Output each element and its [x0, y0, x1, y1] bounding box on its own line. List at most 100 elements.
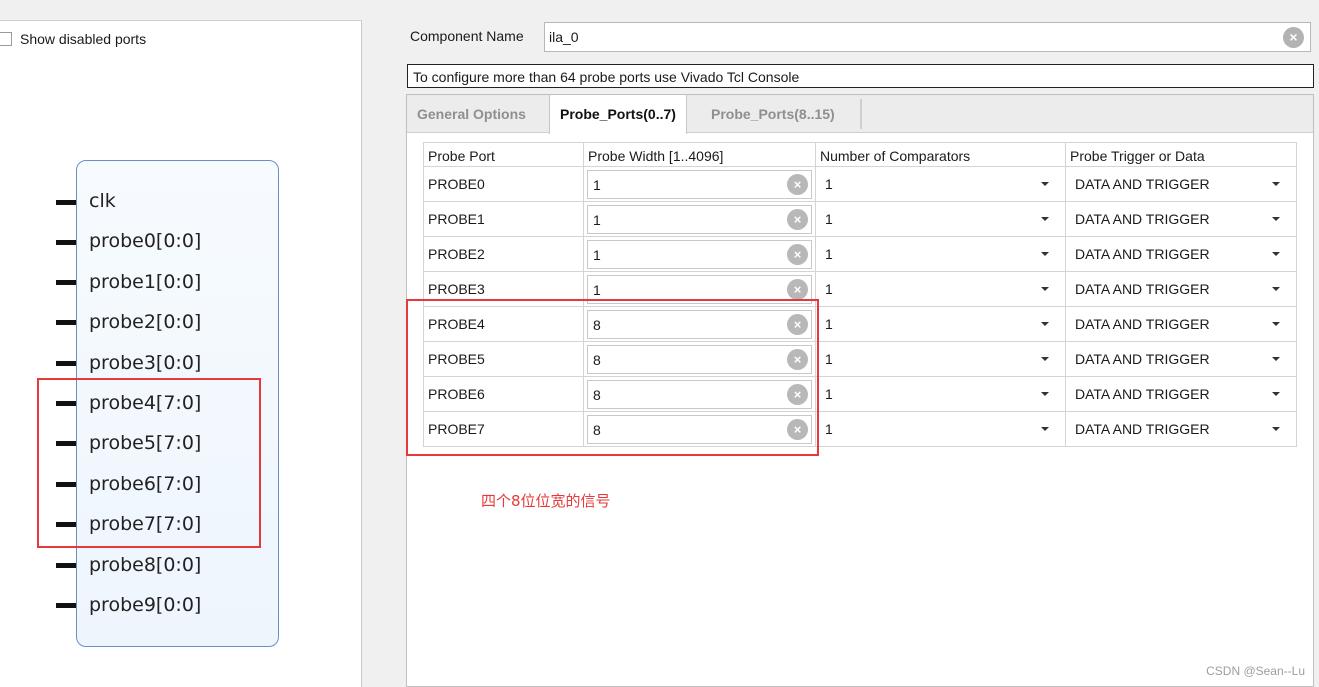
comparators-value: 1	[825, 386, 833, 402]
table-row: PROBE2 1 × 1 DATA AND TRIGGER	[423, 236, 1297, 272]
clear-icon[interactable]: ×	[787, 173, 808, 195]
trigger-cell[interactable]: DATA AND TRIGGER	[1065, 306, 1297, 342]
port-label: probe0[0:0]	[89, 230, 202, 252]
watermark: CSDN @Sean--Lu	[1206, 664, 1305, 678]
tcl-notice: To configure more than 64 probe ports us…	[407, 64, 1314, 88]
port-pin	[56, 361, 76, 366]
tab-probe-ports-0-7[interactable]: Probe_Ports(0..7)	[549, 95, 687, 134]
probe-width-value: 1	[593, 281, 601, 298]
comparators-dropdown[interactable]: 1	[820, 421, 1061, 437]
clear-icon[interactable]: ×	[787, 208, 808, 230]
trigger-dropdown[interactable]: DATA AND TRIGGER	[1070, 316, 1292, 332]
trigger-dropdown[interactable]: DATA AND TRIGGER	[1070, 246, 1292, 262]
clear-icon[interactable]: ×	[787, 278, 808, 300]
trigger-dropdown[interactable]: DATA AND TRIGGER	[1070, 211, 1292, 227]
component-name-input[interactable]: ila_0 ×	[544, 22, 1311, 52]
trigger-dropdown[interactable]: DATA AND TRIGGER	[1070, 351, 1292, 367]
tab-container: General Options Probe_Ports(0..7) Probe_…	[406, 94, 1314, 687]
comparators-cell[interactable]: 1	[815, 236, 1066, 272]
comparators-value: 1	[825, 246, 833, 262]
comparators-dropdown[interactable]: 1	[820, 281, 1061, 297]
trigger-value: DATA AND TRIGGER	[1075, 281, 1210, 297]
header-probe-port: Probe Port	[423, 142, 584, 167]
header-probe-width: Probe Width [1..4096]	[583, 142, 816, 167]
comparators-value: 1	[825, 281, 833, 297]
probe-width-cell: 1 ×	[583, 166, 816, 202]
show-disabled-ports[interactable]: Show disabled ports	[0, 31, 146, 47]
trigger-dropdown[interactable]: DATA AND TRIGGER	[1070, 421, 1292, 437]
port-label: probe3[0:0]	[89, 352, 202, 374]
trigger-value: DATA AND TRIGGER	[1075, 211, 1210, 227]
chevron-down-icon	[1272, 182, 1280, 186]
probe-port-cell: PROBE2	[423, 236, 584, 272]
header-trigger: Probe Trigger or Data	[1065, 142, 1297, 167]
chevron-down-icon	[1272, 287, 1280, 291]
comparators-cell[interactable]: 1	[815, 376, 1066, 412]
trigger-cell[interactable]: DATA AND TRIGGER	[1065, 236, 1297, 272]
block-diagram-panel: Show disabled ports clk probe0[0:0] prob…	[0, 20, 362, 687]
trigger-dropdown[interactable]: DATA AND TRIGGER	[1070, 176, 1292, 192]
comparators-cell[interactable]: 1	[815, 411, 1066, 447]
comparators-cell[interactable]: 1	[815, 201, 1066, 237]
clear-icon[interactable]: ×	[787, 243, 808, 265]
chevron-down-icon	[1041, 357, 1049, 361]
trigger-cell[interactable]: DATA AND TRIGGER	[1065, 411, 1297, 447]
show-disabled-label: Show disabled ports	[20, 31, 147, 47]
clear-icon[interactable]: ×	[1283, 27, 1304, 48]
port-label: probe9[0:0]	[89, 594, 202, 616]
tab-divider	[860, 99, 862, 129]
probe-width-cell: 1 ×	[583, 201, 816, 237]
trigger-value: DATA AND TRIGGER	[1075, 351, 1210, 367]
tab-probe-ports-8-15[interactable]: Probe_Ports(8..15)	[701, 95, 845, 133]
trigger-cell[interactable]: DATA AND TRIGGER	[1065, 341, 1297, 377]
comparators-cell[interactable]: 1	[815, 306, 1066, 342]
chevron-down-icon	[1041, 217, 1049, 221]
port-label: probe1[0:0]	[89, 271, 202, 293]
port-label: probe8[0:0]	[89, 554, 202, 576]
trigger-cell[interactable]: DATA AND TRIGGER	[1065, 166, 1297, 202]
comparators-value: 1	[825, 316, 833, 332]
probe-width-input[interactable]: 1 ×	[587, 239, 812, 269]
trigger-value: DATA AND TRIGGER	[1075, 176, 1210, 192]
trigger-value: DATA AND TRIGGER	[1075, 386, 1210, 402]
probe-width-cell: 1 ×	[583, 236, 816, 272]
chevron-down-icon	[1272, 427, 1280, 431]
comparators-dropdown[interactable]: 1	[820, 386, 1061, 402]
chevron-down-icon	[1041, 392, 1049, 396]
chevron-down-icon	[1272, 357, 1280, 361]
trigger-cell[interactable]: DATA AND TRIGGER	[1065, 376, 1297, 412]
trigger-value: DATA AND TRIGGER	[1075, 316, 1210, 332]
port-pin	[56, 320, 76, 325]
comparators-value: 1	[825, 421, 833, 437]
comparators-dropdown[interactable]: 1	[820, 351, 1061, 367]
trigger-dropdown[interactable]: DATA AND TRIGGER	[1070, 281, 1292, 297]
show-disabled-checkbox[interactable]	[0, 32, 12, 46]
comparators-cell[interactable]: 1	[815, 341, 1066, 377]
chevron-down-icon	[1272, 217, 1280, 221]
probe-port-name: PROBE0	[428, 176, 485, 192]
probe-port-cell: PROBE0	[423, 166, 584, 202]
component-name-value: ila_0	[549, 29, 579, 45]
probe-width-value: 1	[593, 176, 601, 193]
port-pin	[56, 280, 76, 285]
comparators-dropdown[interactable]: 1	[820, 176, 1061, 192]
port-pin	[56, 563, 76, 568]
probe-port-name: PROBE3	[428, 281, 485, 297]
trigger-dropdown[interactable]: DATA AND TRIGGER	[1070, 386, 1292, 402]
trigger-cell[interactable]: DATA AND TRIGGER	[1065, 271, 1297, 307]
tab-general-options[interactable]: General Options	[407, 95, 536, 133]
comparators-cell[interactable]: 1	[815, 271, 1066, 307]
probe-width-input[interactable]: 1 ×	[587, 204, 812, 234]
probe-port-cell: PROBE1	[423, 201, 584, 237]
chevron-down-icon	[1041, 182, 1049, 186]
comparators-dropdown[interactable]: 1	[820, 246, 1061, 262]
chevron-down-icon	[1272, 392, 1280, 396]
trigger-cell[interactable]: DATA AND TRIGGER	[1065, 201, 1297, 237]
chevron-down-icon	[1041, 287, 1049, 291]
table-row: PROBE0 1 × 1 DATA AND TRIGGER	[423, 166, 1297, 202]
comparators-dropdown[interactable]: 1	[820, 211, 1061, 227]
header-comparators: Number of Comparators	[815, 142, 1066, 167]
probe-width-input[interactable]: 1 ×	[587, 169, 812, 199]
comparators-dropdown[interactable]: 1	[820, 316, 1061, 332]
comparators-cell[interactable]: 1	[815, 166, 1066, 202]
